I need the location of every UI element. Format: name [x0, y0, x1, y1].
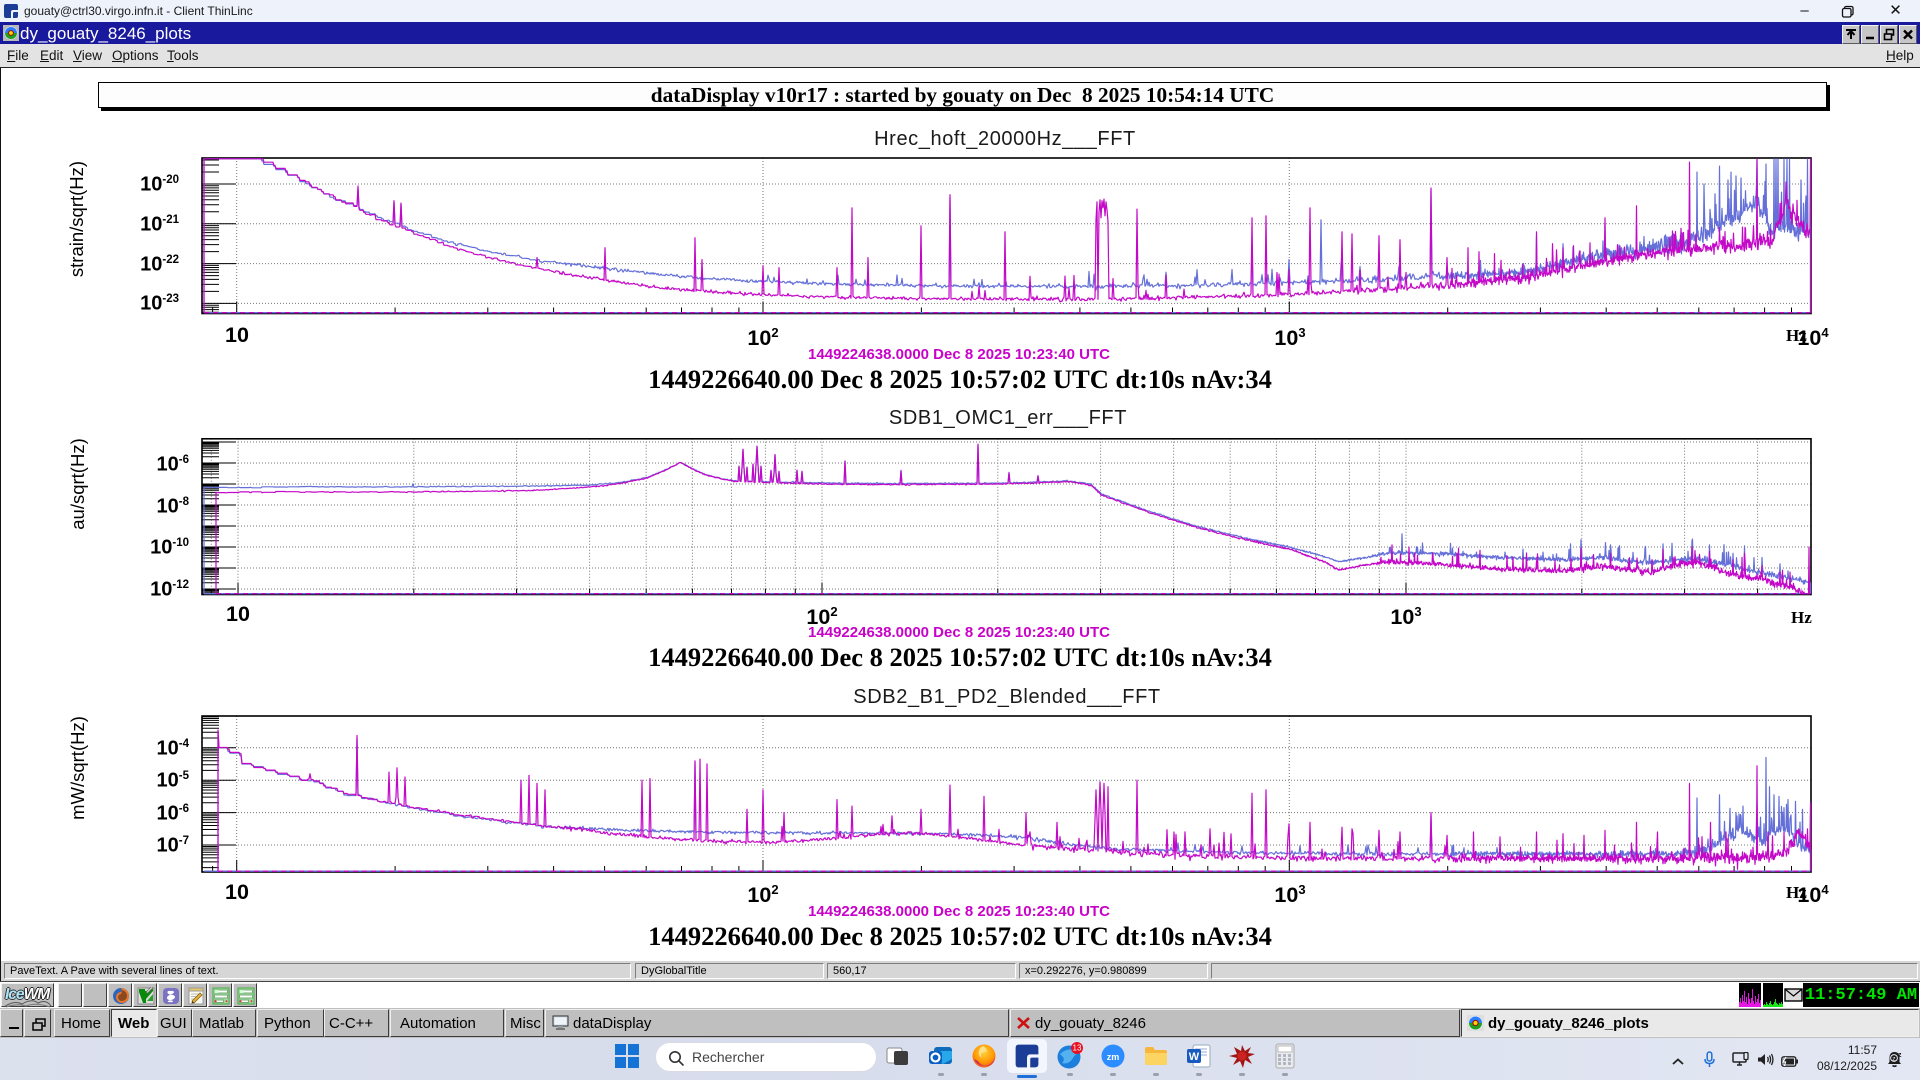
- svg-text:z: z: [1898, 1052, 1902, 1059]
- svg-text:zm: zm: [1107, 1052, 1120, 1062]
- svg-text:W: W: [1189, 1051, 1200, 1063]
- svg-text:13: 13: [1073, 1044, 1082, 1053]
- svg-text:z: z: [1892, 1055, 1895, 1062]
